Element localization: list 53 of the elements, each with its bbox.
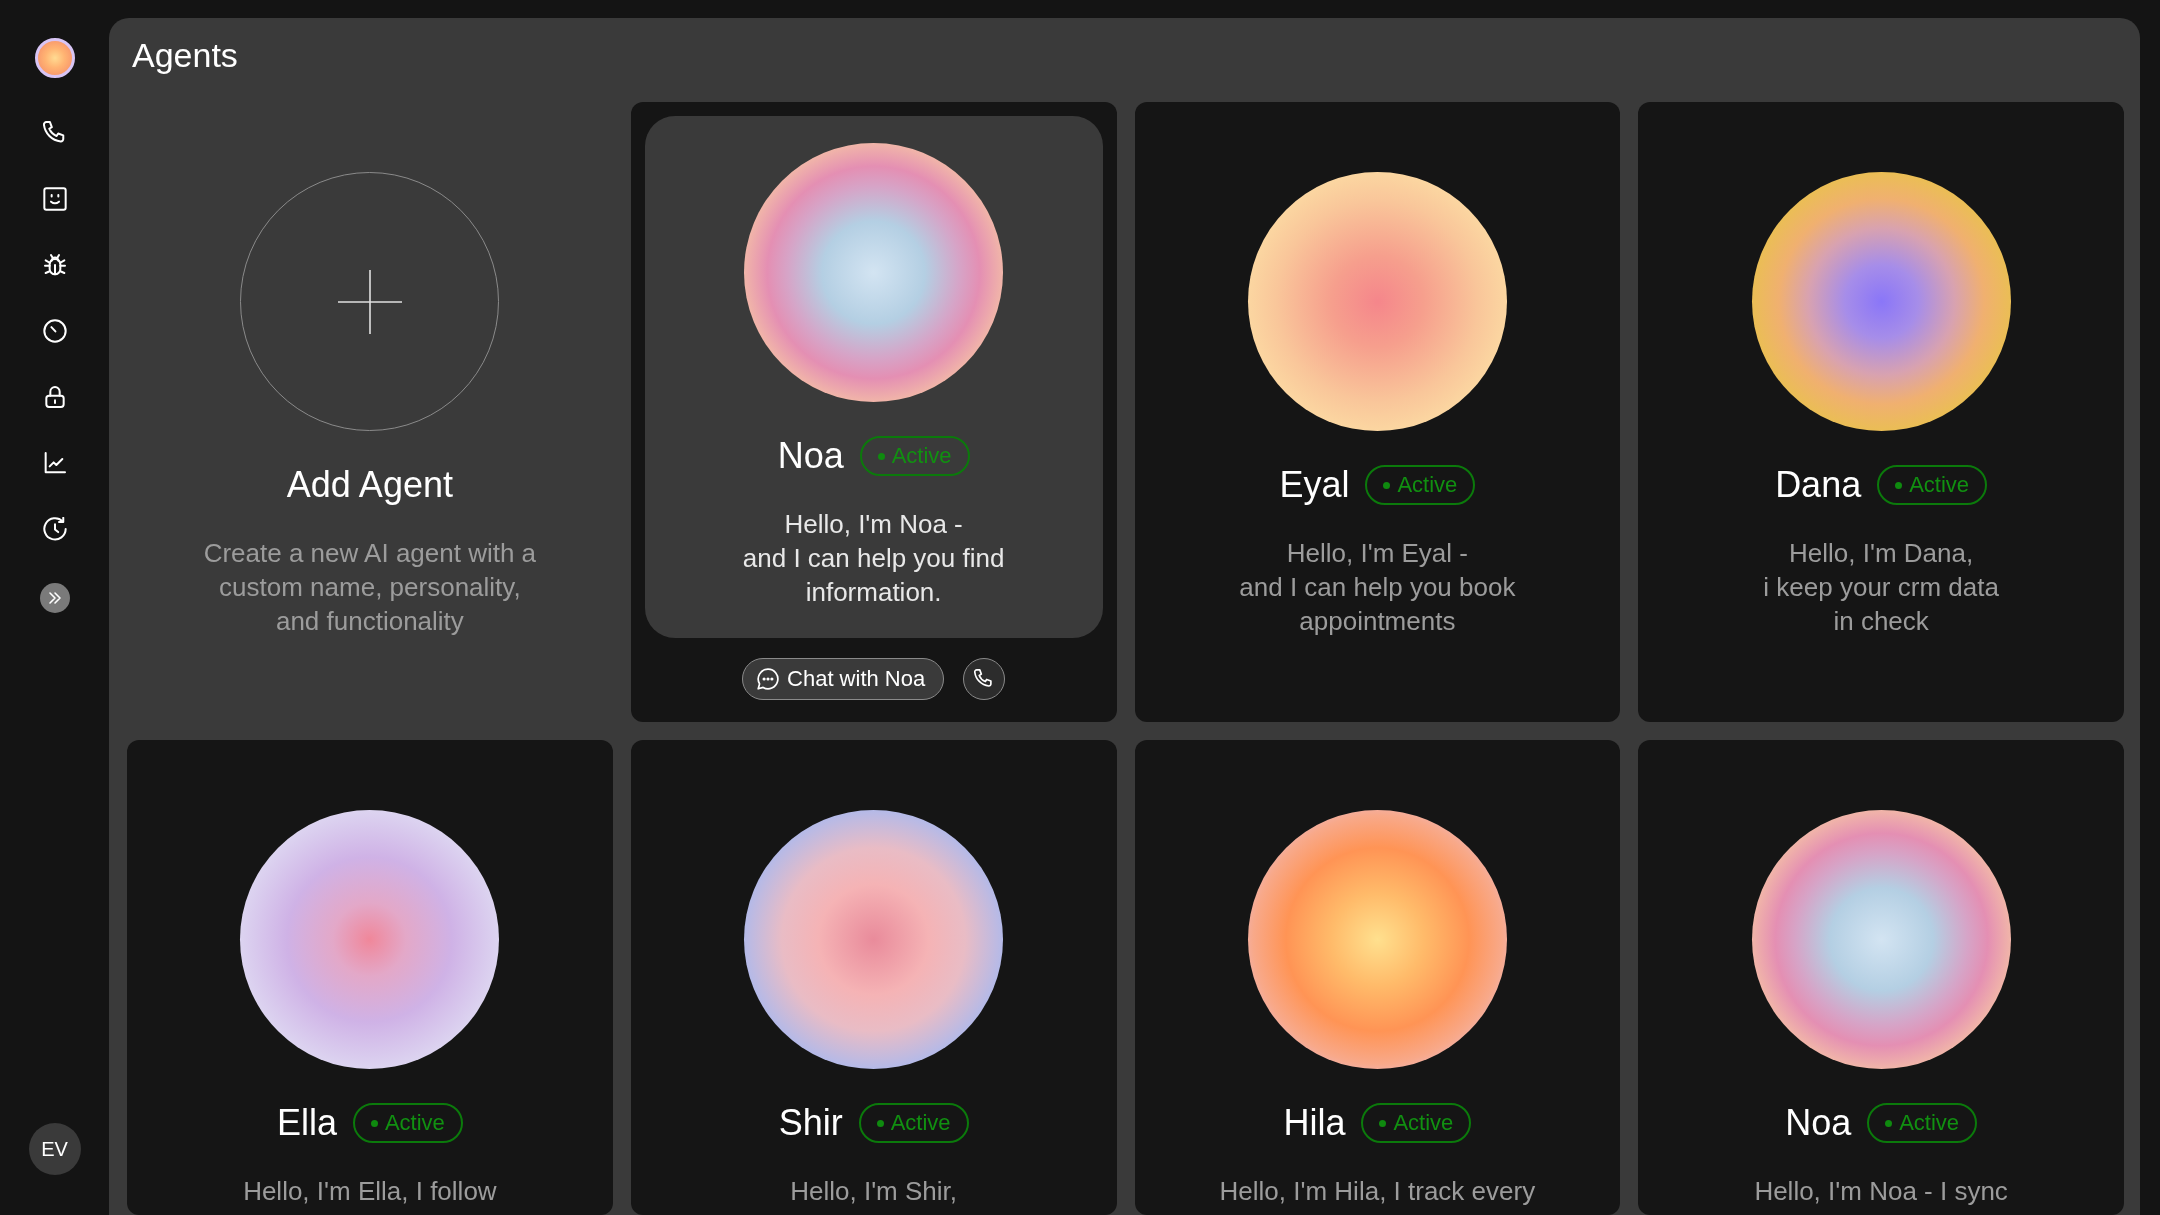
clock-arrow-icon[interactable]	[42, 517, 67, 541]
status-dot-icon	[876, 1119, 884, 1127]
status-label: Active	[384, 1110, 445, 1136]
agent-name: Shir	[778, 1101, 843, 1145]
gauge-icon[interactable]	[42, 319, 67, 343]
status-dot-icon	[877, 452, 885, 460]
add-agent-description: Create a new AI agent with a custom name, personality, and functionality	[203, 537, 537, 638]
call-button[interactable]	[963, 658, 1006, 700]
agent-name: Noa	[777, 434, 844, 478]
chat-button[interactable]: Chat with Noa	[742, 658, 945, 700]
status-dot-icon	[370, 1119, 378, 1127]
page-title: Agents	[132, 35, 239, 75]
status-label: Active	[1899, 1110, 1960, 1136]
agent-name: Eyal	[1279, 463, 1350, 507]
user-avatar[interactable]: EV	[28, 1123, 81, 1175]
agent-description: Hello, I'm Dana, i keep your crm data in check	[1763, 537, 1999, 638]
agent-name: Dana	[1775, 463, 1862, 507]
agent-card[interactable]: Eyal Active Hello, I'm Eyal - and I can help you book appointments	[1134, 102, 1621, 722]
status-dot-icon	[1895, 481, 1903, 489]
agent-description: Hello, I'm Noa - I sync	[1754, 1175, 2008, 1208]
add-agent-title: Add Agent	[286, 463, 453, 507]
agent-card[interactable]: Shir Active Hello, I'm Shir,	[630, 740, 1117, 1215]
status-dot-icon	[1885, 1119, 1893, 1127]
agent-name: Ella	[276, 1101, 337, 1145]
bug-icon[interactable]	[42, 253, 67, 277]
agent-description: Hello, I'm Eyal - and I can help you book appointments	[1239, 537, 1516, 638]
plus-icon	[337, 269, 402, 334]
agent-card[interactable]: Hila Active Hello, I'm Hila, I track every	[1134, 740, 1621, 1215]
phone-icon[interactable]	[42, 121, 67, 145]
status-label: Active	[1393, 1110, 1454, 1136]
agent-card[interactable]: Dana Active Hello, I'm Dana, i keep your crm data in check	[1638, 102, 2124, 722]
status-dot-icon	[1383, 481, 1391, 489]
smiley-icon[interactable]	[42, 187, 67, 211]
agent-name: Noa	[1785, 1101, 1852, 1145]
agent-description: Hello, I'm Noa - and I can help you find information.	[742, 508, 1005, 609]
agent-description: Hello, I'm Ella, I follow	[243, 1175, 497, 1208]
agent-card[interactable]: Noa Active Hello, I'm Noa - I sync	[1638, 740, 2124, 1215]
agent-card[interactable]: Noa Active Hello, I'm Noa - and I can help you find information. Chat with Noa	[630, 102, 1117, 722]
chat-bubble-icon	[757, 668, 780, 690]
agent-name: Hila	[1283, 1101, 1346, 1145]
status-label: Active	[1397, 472, 1458, 498]
double-chevron-icon[interactable]	[39, 583, 70, 613]
line-chart-icon[interactable]	[42, 451, 67, 475]
status-label: Active	[891, 443, 952, 469]
status-label: Active	[890, 1110, 951, 1136]
agent-description: Hello, I'm Hila, I track every	[1219, 1175, 1536, 1208]
status-label: Active	[1909, 472, 1970, 498]
agent-description: Hello, I'm Shir,	[790, 1175, 957, 1208]
status-dot-icon	[1379, 1119, 1387, 1127]
phone-icon	[974, 669, 995, 689]
lock-icon[interactable]	[42, 385, 67, 409]
agent-card[interactable]: Ella Active Hello, I'm Ella, I follow	[127, 740, 613, 1215]
orb-logo-icon[interactable]	[34, 38, 75, 78]
